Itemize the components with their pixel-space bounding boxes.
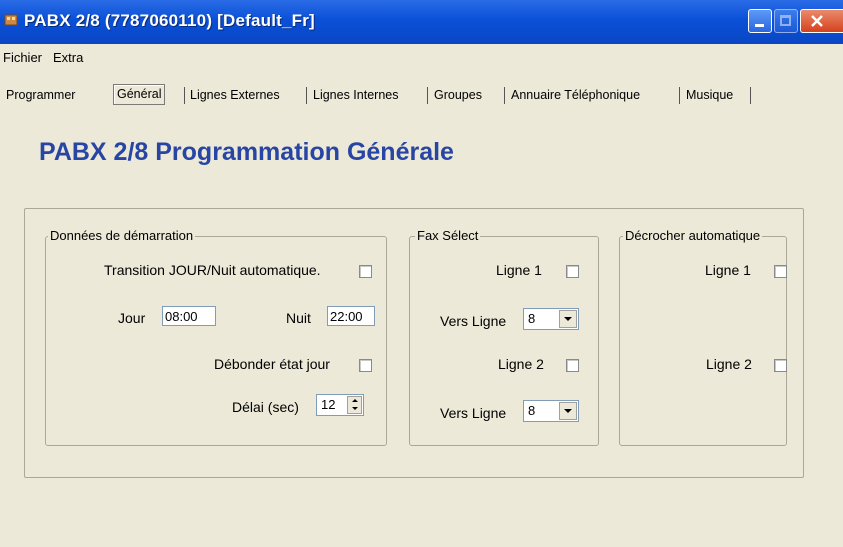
chevron-down-icon [564, 317, 572, 321]
fax-vers2-value: 8 [528, 403, 536, 418]
close-icon [811, 15, 823, 27]
page-title: PABX 2/8 Programmation Générale [39, 138, 454, 166]
app-window: PABX 2/8 (7787060110) [Default_Fr] Fichi… [0, 0, 843, 547]
tab-groupes[interactable]: Groupes [430, 85, 486, 105]
fax-vers1-value: 8 [528, 311, 536, 326]
transition-checkbox[interactable] [359, 265, 372, 278]
group-decrocher-title: Décrocher automatique [623, 228, 763, 243]
delai-label: Délai (sec) [232, 399, 299, 415]
decrocher-ligne2-checkbox[interactable] [774, 359, 787, 372]
group-demarrage-title: Données de démarration [48, 228, 196, 243]
minimize-button[interactable] [748, 9, 772, 33]
decrocher-ligne1-checkbox[interactable] [774, 265, 787, 278]
tab-musique[interactable]: Musique [682, 85, 737, 105]
tab-general[interactable]: Général [113, 84, 166, 105]
tab-separator [427, 87, 428, 104]
window-title: PABX 2/8 (7787060110) [Default_Fr] [24, 11, 315, 30]
dropdown-button[interactable] [559, 402, 577, 420]
fax-ligne1-checkbox[interactable] [566, 265, 579, 278]
spin-buttons[interactable] [347, 396, 362, 414]
tab-separator [504, 87, 505, 104]
nuit-label: Nuit [286, 310, 311, 326]
tab-separator [184, 87, 185, 104]
group-decrocher: Décrocher automatique [619, 228, 787, 446]
dropdown-button[interactable] [559, 310, 577, 328]
close-button[interactable] [800, 9, 843, 33]
tab-programmer[interactable]: Programmer [2, 85, 79, 105]
group-fax-title: Fax Sélect [415, 228, 481, 243]
fax-ligne2-label: Ligne 2 [498, 356, 544, 372]
fax-ligne1-label: Ligne 1 [496, 262, 542, 278]
chevron-down-icon [564, 409, 572, 413]
tab-lignes-externes[interactable]: Lignes Externes [186, 85, 284, 105]
tab-separator [750, 87, 751, 104]
menu-fichier[interactable]: Fichier [3, 50, 42, 65]
fax-vers2-select[interactable]: 8 [523, 400, 579, 422]
app-icon [4, 14, 18, 26]
tab-lignes-internes[interactable]: Lignes Internes [309, 85, 402, 105]
menu-extra[interactable]: Extra [53, 50, 83, 65]
minimize-icon [755, 24, 764, 27]
decrocher-ligne1-label: Ligne 1 [705, 262, 751, 278]
jour-label: Jour [118, 310, 146, 326]
delai-value: 12 [321, 397, 336, 412]
debonder-checkbox[interactable] [359, 359, 372, 372]
debonder-label: Débonder état jour [214, 356, 330, 372]
transition-label: Transition JOUR/Nuit automatique. [104, 262, 321, 278]
nuit-input[interactable] [327, 306, 375, 326]
decrocher-ligne2-label: Ligne 2 [706, 356, 752, 372]
tab-separator [306, 87, 307, 104]
title-bar[interactable]: PABX 2/8 (7787060110) [Default_Fr] [0, 0, 843, 44]
spin-up-icon [352, 399, 358, 402]
fax-ligne2-checkbox[interactable] [566, 359, 579, 372]
maximize-icon [780, 15, 791, 26]
jour-input[interactable] [162, 306, 216, 326]
fax-vers1-select[interactable]: 8 [523, 308, 579, 330]
tab-separator [679, 87, 680, 104]
maximize-button[interactable] [774, 9, 798, 33]
fax-vers2-label: Vers Ligne [440, 405, 507, 421]
delai-spinner[interactable]: 12 [316, 394, 364, 416]
tab-annuaire[interactable]: Annuaire Téléphonique [507, 85, 644, 105]
spin-down-icon [352, 407, 358, 410]
fax-vers1-label: Vers Ligne [440, 313, 507, 329]
